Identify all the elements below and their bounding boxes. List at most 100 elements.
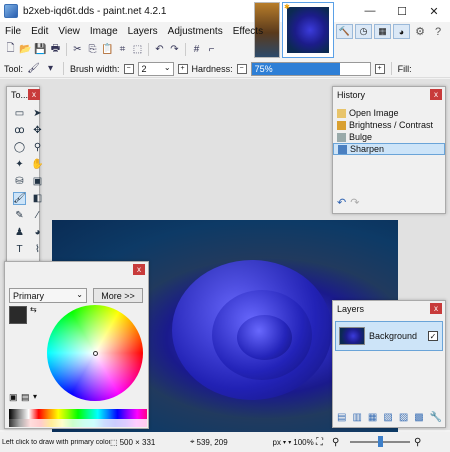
move-selected-icon[interactable]: ✥ [31, 124, 44, 137]
color-palette-row1[interactable] [9, 409, 147, 419]
options-divider [63, 62, 65, 75]
history-item-bulge[interactable]: Bulge [333, 131, 445, 143]
menu-layers[interactable]: Layers [123, 26, 163, 37]
hardness-decrease-icon[interactable]: − [236, 63, 247, 74]
color-palette-row2[interactable] [9, 419, 147, 427]
zoom-slider[interactable] [350, 436, 410, 447]
history-item-label: Sharpen [350, 144, 385, 154]
menu-effects[interactable]: Effects [228, 26, 268, 37]
cut-icon[interactable]: ✂ [71, 43, 84, 56]
history-window-toggle-icon[interactable]: ◷ [355, 24, 372, 39]
paintbrush-icon[interactable]: 🖌 [13, 192, 26, 205]
chevron-down-icon[interactable]: ▾ [33, 392, 37, 401]
menu-file[interactable]: File [0, 26, 26, 37]
history-item-brightness-contrast[interactable]: Brightness / Contrast [333, 119, 445, 131]
move-layer-up-icon[interactable]: ▨ [399, 412, 408, 423]
paste-icon[interactable]: 📋 [101, 43, 114, 56]
eraser-icon[interactable]: ◧ [31, 192, 44, 205]
grid-icon[interactable]: # [190, 43, 203, 56]
redo-icon[interactable]: ↷ [350, 196, 359, 209]
delete-layer-icon[interactable]: ▥ [352, 412, 361, 423]
deselect-icon[interactable]: ⬚ [131, 43, 144, 56]
zoom-select[interactable]: ▾ 100% [286, 438, 316, 447]
ellipse-select-icon[interactable]: ◯ [13, 141, 26, 154]
maximize-button[interactable]: ☐ [386, 0, 418, 22]
layer-properties-icon[interactable]: 🔧 [430, 412, 442, 423]
colors-panel-title[interactable]: x [5, 262, 148, 278]
palette-menu-icon[interactable]: ▣ [9, 392, 18, 403]
settings-gear-icon[interactable]: ⚙ [412, 24, 428, 39]
colors-window-toggle-icon[interactable]: ◕ [393, 24, 410, 39]
recolor-icon[interactable]: ◕ [31, 226, 44, 239]
more-colors-button[interactable]: More >> [93, 288, 143, 303]
tools-panel-close-icon[interactable]: x [28, 89, 40, 100]
magic-wand-icon[interactable]: ✦ [13, 158, 26, 171]
add-layer-icon[interactable]: ▤ [337, 412, 346, 423]
open-icon[interactable]: 📂 [19, 43, 32, 56]
swap-colors-icon[interactable]: ⇆ [30, 305, 37, 314]
zoom-slider-thumb[interactable] [378, 436, 383, 447]
zoom-out-icon[interactable]: ⚲ [332, 437, 346, 448]
save-icon[interactable]: 💾 [34, 43, 47, 56]
hardness-slider[interactable]: 75% [250, 61, 371, 76]
redo-icon[interactable]: ↷ [168, 43, 181, 56]
duplicate-layer-icon[interactable]: ▦ [368, 412, 377, 423]
help-icon[interactable]: ? [430, 24, 446, 39]
undo-icon[interactable]: ↶ [337, 196, 346, 209]
status-hint: Left click to draw with primary color, r… [2, 438, 110, 446]
move-selection-icon[interactable]: ➤ [31, 107, 44, 120]
tools-window-toggle-icon[interactable]: 🔨 [336, 24, 353, 39]
layer-visibility-checkbox[interactable]: ✓ [428, 331, 438, 341]
close-button[interactable]: ✕ [418, 0, 450, 22]
history-item-open-image[interactable]: Open Image [333, 107, 445, 119]
ruler-icon[interactable]: ⌐ [205, 43, 218, 56]
new-icon[interactable]: 🗋 [4, 43, 17, 56]
rectangle-select-icon[interactable]: ▭ [13, 107, 26, 120]
menu-adjustments[interactable]: Adjustments [163, 26, 228, 37]
layers-window-toggle-icon[interactable]: ▦ [374, 24, 391, 39]
line-curve-icon[interactable]: ⌇ [31, 243, 44, 256]
layer-row-background[interactable]: Background ✓ [335, 321, 443, 351]
history-panel-title[interactable]: History x [333, 87, 445, 103]
hardness-increase-icon[interactable]: + [374, 63, 385, 74]
zoom-fit-icon[interactable]: ⛶ [316, 437, 332, 448]
clone-stamp-icon[interactable]: ♟ [13, 226, 26, 239]
tools-panel-title[interactable]: To... x [7, 87, 40, 103]
history-panel-close-icon[interactable]: x [430, 89, 442, 100]
menu-image[interactable]: Image [85, 26, 123, 37]
text-icon[interactable]: T [13, 243, 26, 256]
add-palette-color-icon[interactable]: ▤ [21, 392, 30, 403]
minimize-button[interactable]: — [354, 0, 386, 22]
menu-view[interactable]: View [53, 26, 85, 37]
move-layer-down-icon[interactable]: ▩ [414, 412, 423, 423]
colors-panel-close-icon[interactable]: x [133, 264, 145, 275]
zoom-icon[interactable]: ⚲ [31, 141, 44, 154]
brush-width-decrease-icon[interactable]: − [123, 63, 134, 74]
menu-edit[interactable]: Edit [26, 26, 53, 37]
merge-layer-down-icon[interactable]: ▧ [383, 412, 392, 423]
pencil-icon[interactable]: ✎ [13, 209, 26, 222]
brush-width-select[interactable]: 2 ⌄ [137, 61, 174, 76]
paintbrush-tool-icon[interactable]: 🖌 [27, 62, 40, 75]
layers-panel-title[interactable]: Layers x [333, 301, 445, 317]
gradient-icon[interactable]: ▣ [31, 175, 44, 188]
print-icon[interactable]: 🖶 [49, 43, 62, 56]
image-tab-rose[interactable]: ✱ [282, 2, 334, 58]
tool-dropdown-chevron-icon[interactable]: ▾ [44, 62, 57, 75]
undo-icon[interactable]: ↶ [153, 43, 166, 56]
primary-color-swatch[interactable] [9, 306, 27, 324]
brush-width-increase-icon[interactable]: + [177, 63, 188, 74]
copy-icon[interactable]: ⎘ [86, 43, 99, 56]
crop-icon[interactable]: ⌗ [116, 43, 129, 56]
history-item-sharpen[interactable]: Sharpen [333, 143, 445, 155]
units-select[interactable]: px ▾ [260, 438, 286, 447]
layers-panel-close-icon[interactable]: x [430, 303, 442, 314]
zoom-value: 100% [293, 437, 314, 447]
color-wheel[interactable] [47, 305, 143, 401]
color-picker-icon[interactable]: ⁄ [31, 209, 44, 222]
pan-icon[interactable]: ✋ [31, 158, 44, 171]
zoom-in-icon[interactable]: ⚲ [414, 437, 428, 448]
color-mode-select[interactable]: Primary ⌄ [9, 288, 87, 303]
paint-bucket-icon[interactable]: ⛁ [13, 175, 26, 188]
lasso-select-icon[interactable]: ꝏ [13, 124, 26, 137]
